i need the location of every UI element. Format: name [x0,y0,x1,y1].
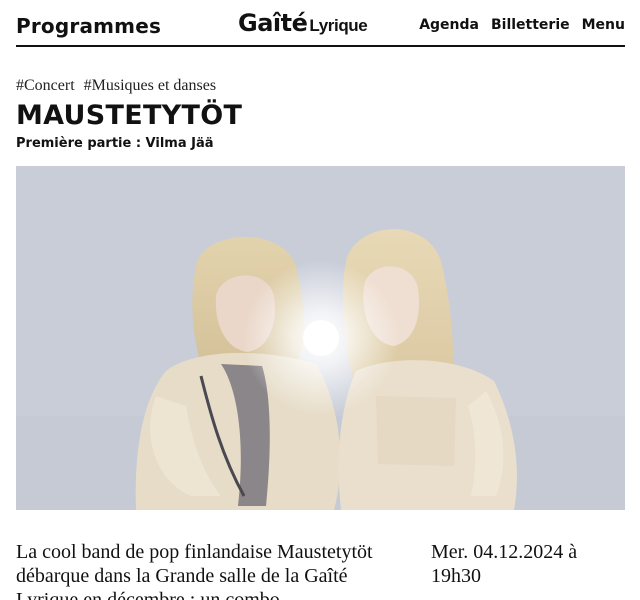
nav-right: Agenda Billetterie Menu [419,17,625,33]
event-hero-image [16,166,625,510]
nav-billetterie-link[interactable]: Billetterie [491,17,570,33]
site-header: Programmes Gaîté Lyrique Agenda Billetter… [16,0,625,47]
event-date: Mer. 04.12.2024 à 19h30 [431,541,578,587]
event-tags: #Concert #Musiques et danses [16,77,216,95]
hero-illustration [16,166,625,510]
logo-main-text: Gaîté [238,9,308,37]
site-logo[interactable]: Gaîté Lyrique [238,9,368,37]
nav-menu-button[interactable]: Menu [582,17,625,33]
nav-agenda-link[interactable]: Agenda [419,17,479,33]
event-title: MAUSTETYTÖT [16,100,243,131]
event-subtitle: Première partie : Vilma Jää [16,136,214,151]
nav-programmes-link[interactable]: Programmes [16,14,161,38]
tag-concert[interactable]: #Concert [16,77,75,95]
logo-sub-text: Lyrique [309,16,368,35]
event-description: La cool band de pop finlandaise Maustety… [16,541,373,600]
tag-musiques-et-danses[interactable]: #Musiques et danses [84,77,216,95]
